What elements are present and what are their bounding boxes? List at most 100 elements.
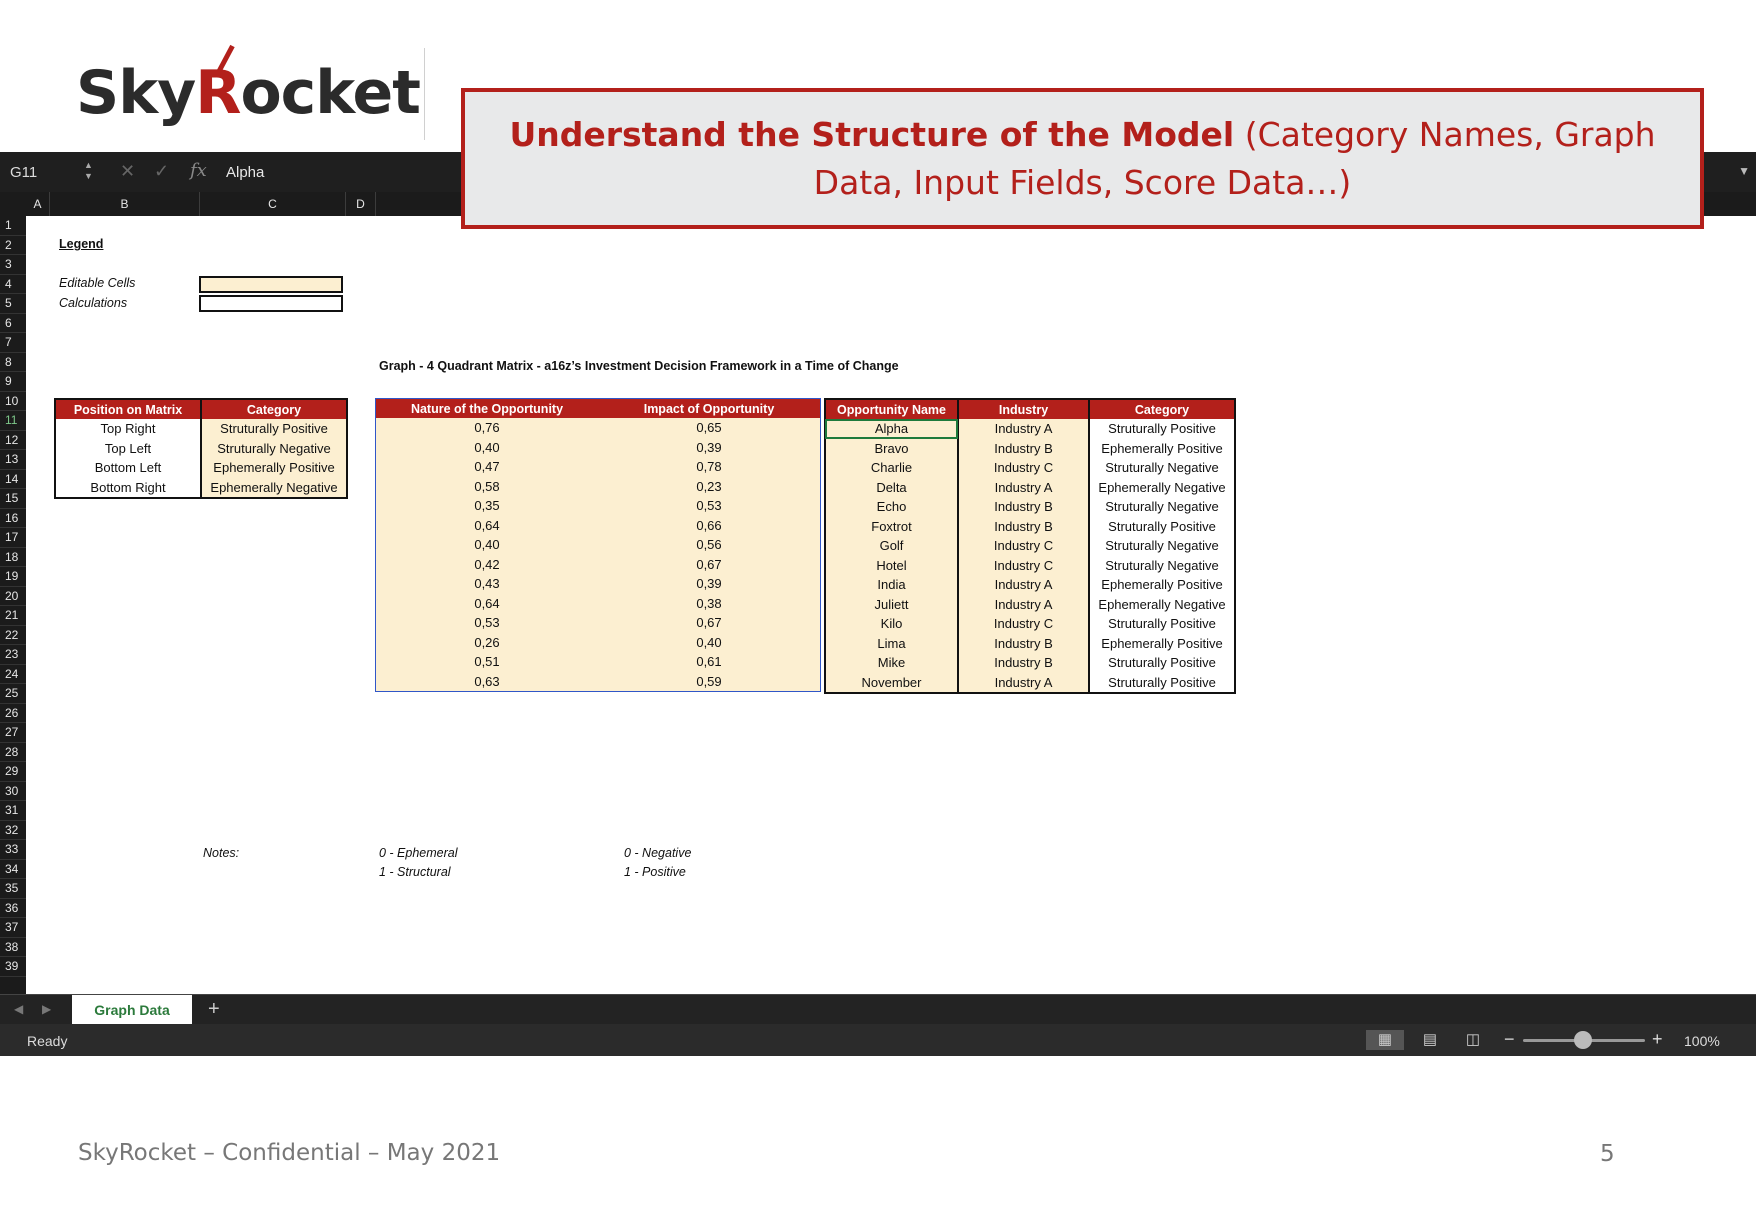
impact-cell[interactable]: 0,67	[598, 554, 821, 574]
row-header[interactable]: 11	[0, 411, 26, 431]
opportunity-name-cell[interactable]: Mike	[825, 653, 959, 673]
row-header[interactable]: 34	[0, 860, 26, 879]
nature-cell[interactable]: 0,47	[375, 457, 598, 477]
impact-cell[interactable]: 0,38	[598, 593, 821, 613]
impact-cell[interactable]: 0,67	[598, 613, 821, 633]
next-sheet-icon[interactable]: ▶	[42, 1002, 51, 1016]
opportunity-name-cell[interactable]: Delta	[825, 477, 959, 497]
industry-cell[interactable]: Industry B	[958, 653, 1090, 673]
category-cell[interactable]: Struturally Positive	[1089, 516, 1236, 536]
column-header-c[interactable]: C	[200, 192, 346, 216]
industry-cell[interactable]: Industry C	[958, 536, 1090, 556]
opportunity-name-cell[interactable]: Lima	[825, 633, 959, 653]
page-layout-view-icon[interactable]: ▤	[1420, 1030, 1440, 1050]
row-header[interactable]: 31	[0, 801, 26, 821]
category-cell[interactable]: Ephemerally Positive	[201, 458, 348, 478]
impact-cell[interactable]: 0,23	[598, 476, 821, 496]
category-cell[interactable]: Struturally Positive	[201, 419, 348, 439]
table-header[interactable]: Position on Matrix	[55, 399, 202, 419]
impact-cell[interactable]: 0,61	[598, 652, 821, 672]
cancel-icon[interactable]: ✕	[120, 161, 135, 182]
industry-cell[interactable]: Industry B	[958, 633, 1090, 653]
row-header[interactable]: 10	[0, 392, 26, 411]
row-header[interactable]: 17	[0, 528, 26, 548]
row-header[interactable]: 19	[0, 567, 26, 587]
opportunity-name-cell[interactable]: India	[825, 575, 959, 595]
impact-cell[interactable]: 0,65	[598, 418, 821, 438]
table-header[interactable]: Category	[201, 399, 348, 419]
category-cell[interactable]: Struturally Positive	[1089, 653, 1236, 673]
nature-cell[interactable]: 0,53	[375, 613, 598, 633]
category-cell[interactable]: Struturally Positive	[1089, 614, 1236, 634]
row-header[interactable]: 7	[0, 333, 26, 353]
row-header[interactable]: 33	[0, 840, 26, 860]
impact-cell[interactable]: 0,39	[598, 574, 821, 594]
nature-cell[interactable]: 0,40	[375, 437, 598, 457]
position-cell[interactable]: Bottom Left	[55, 458, 202, 478]
confirm-icon[interactable]: ✓	[154, 161, 169, 182]
row-header[interactable]: 39	[0, 957, 26, 977]
category-cell[interactable]: Ephemerally Positive	[1089, 575, 1236, 595]
row-header[interactable]: 22	[0, 626, 26, 645]
nature-cell[interactable]: 0,76	[375, 418, 598, 438]
impact-cell[interactable]: 0,56	[598, 535, 821, 555]
opportunity-name-cell[interactable]: Kilo	[825, 614, 959, 634]
industry-cell[interactable]: Industry C	[958, 458, 1090, 478]
impact-cell[interactable]: 0,66	[598, 515, 821, 535]
opportunity-name-cell[interactable]: November	[825, 672, 959, 693]
nature-cell[interactable]: 0,58	[375, 476, 598, 496]
row-header[interactable]: 9	[0, 372, 26, 392]
normal-view-icon[interactable]: ▦	[1366, 1030, 1404, 1050]
row-header[interactable]: 6	[0, 314, 26, 333]
function-icon[interactable]: fx	[190, 160, 207, 181]
industry-cell[interactable]: Industry B	[958, 438, 1090, 458]
opportunity-name-cell[interactable]: Foxtrot	[825, 516, 959, 536]
category-cell[interactable]: Struturally Positive	[1089, 419, 1236, 439]
position-cell[interactable]: Top Right	[55, 419, 202, 439]
opportunity-name-cell[interactable]: Charlie	[825, 458, 959, 478]
row-header[interactable]: 5	[0, 294, 26, 314]
nature-cell[interactable]: 0,43	[375, 574, 598, 594]
opportunity-name-cell[interactable]: Bravo	[825, 438, 959, 458]
zoom-level[interactable]: 100%	[1684, 1033, 1720, 1049]
row-header[interactable]: 12	[0, 431, 26, 450]
category-cell[interactable]: Ephemerally Positive	[1089, 633, 1236, 653]
category-cell[interactable]: Ephemerally Negative	[1089, 477, 1236, 497]
category-cell[interactable]: Ephemerally Negative	[1089, 594, 1236, 614]
row-header[interactable]: 15	[0, 489, 26, 509]
industry-cell[interactable]: Industry A	[958, 594, 1090, 614]
opportunity-name-cell[interactable]: Juliett	[825, 594, 959, 614]
column-header-b[interactable]: B	[50, 192, 200, 216]
category-cell[interactable]: Struturally Negative	[1089, 555, 1236, 575]
row-header[interactable]: 2	[0, 236, 26, 255]
category-cell[interactable]: Ephemerally Negative	[201, 477, 348, 498]
row-header[interactable]: 20	[0, 587, 26, 606]
nature-cell[interactable]: 0,42	[375, 554, 598, 574]
nature-cell[interactable]: 0,63	[375, 671, 598, 692]
row-header[interactable]: 27	[0, 723, 26, 743]
row-header[interactable]: 30	[0, 782, 26, 801]
name-box-stepper-icon[interactable]: ▲ ▼	[84, 160, 93, 182]
expand-formula-icon[interactable]: ▼	[1738, 164, 1750, 178]
row-header[interactable]: 35	[0, 879, 26, 899]
impact-cell[interactable]: 0,59	[598, 671, 821, 692]
opportunity-name-cell[interactable]: Echo	[825, 497, 959, 517]
impact-cell[interactable]: 0,53	[598, 496, 821, 516]
row-header[interactable]: 8	[0, 353, 26, 372]
industry-cell[interactable]: Industry B	[958, 497, 1090, 517]
industry-cell[interactable]: Industry A	[958, 672, 1090, 693]
zoom-out-icon[interactable]: −	[1504, 1029, 1515, 1050]
impact-cell[interactable]: 0,40	[598, 632, 821, 652]
worksheet-grid[interactable]: Legend Editable Cells Calculations Graph…	[26, 216, 1756, 994]
nature-cell[interactable]: 0,64	[375, 515, 598, 535]
impact-cell[interactable]: 0,39	[598, 437, 821, 457]
nature-cell[interactable]: 0,26	[375, 632, 598, 652]
table-header[interactable]: Opportunity Name	[825, 399, 959, 419]
row-header[interactable]: 38	[0, 938, 26, 957]
row-header[interactable]: 4	[0, 275, 26, 294]
industry-cell[interactable]: Industry A	[958, 419, 1090, 439]
category-cell[interactable]: Ephemerally Positive	[1089, 438, 1236, 458]
row-header[interactable]: 1	[0, 216, 26, 236]
add-sheet-button[interactable]: +	[208, 998, 220, 1021]
row-header[interactable]: 32	[0, 821, 26, 840]
